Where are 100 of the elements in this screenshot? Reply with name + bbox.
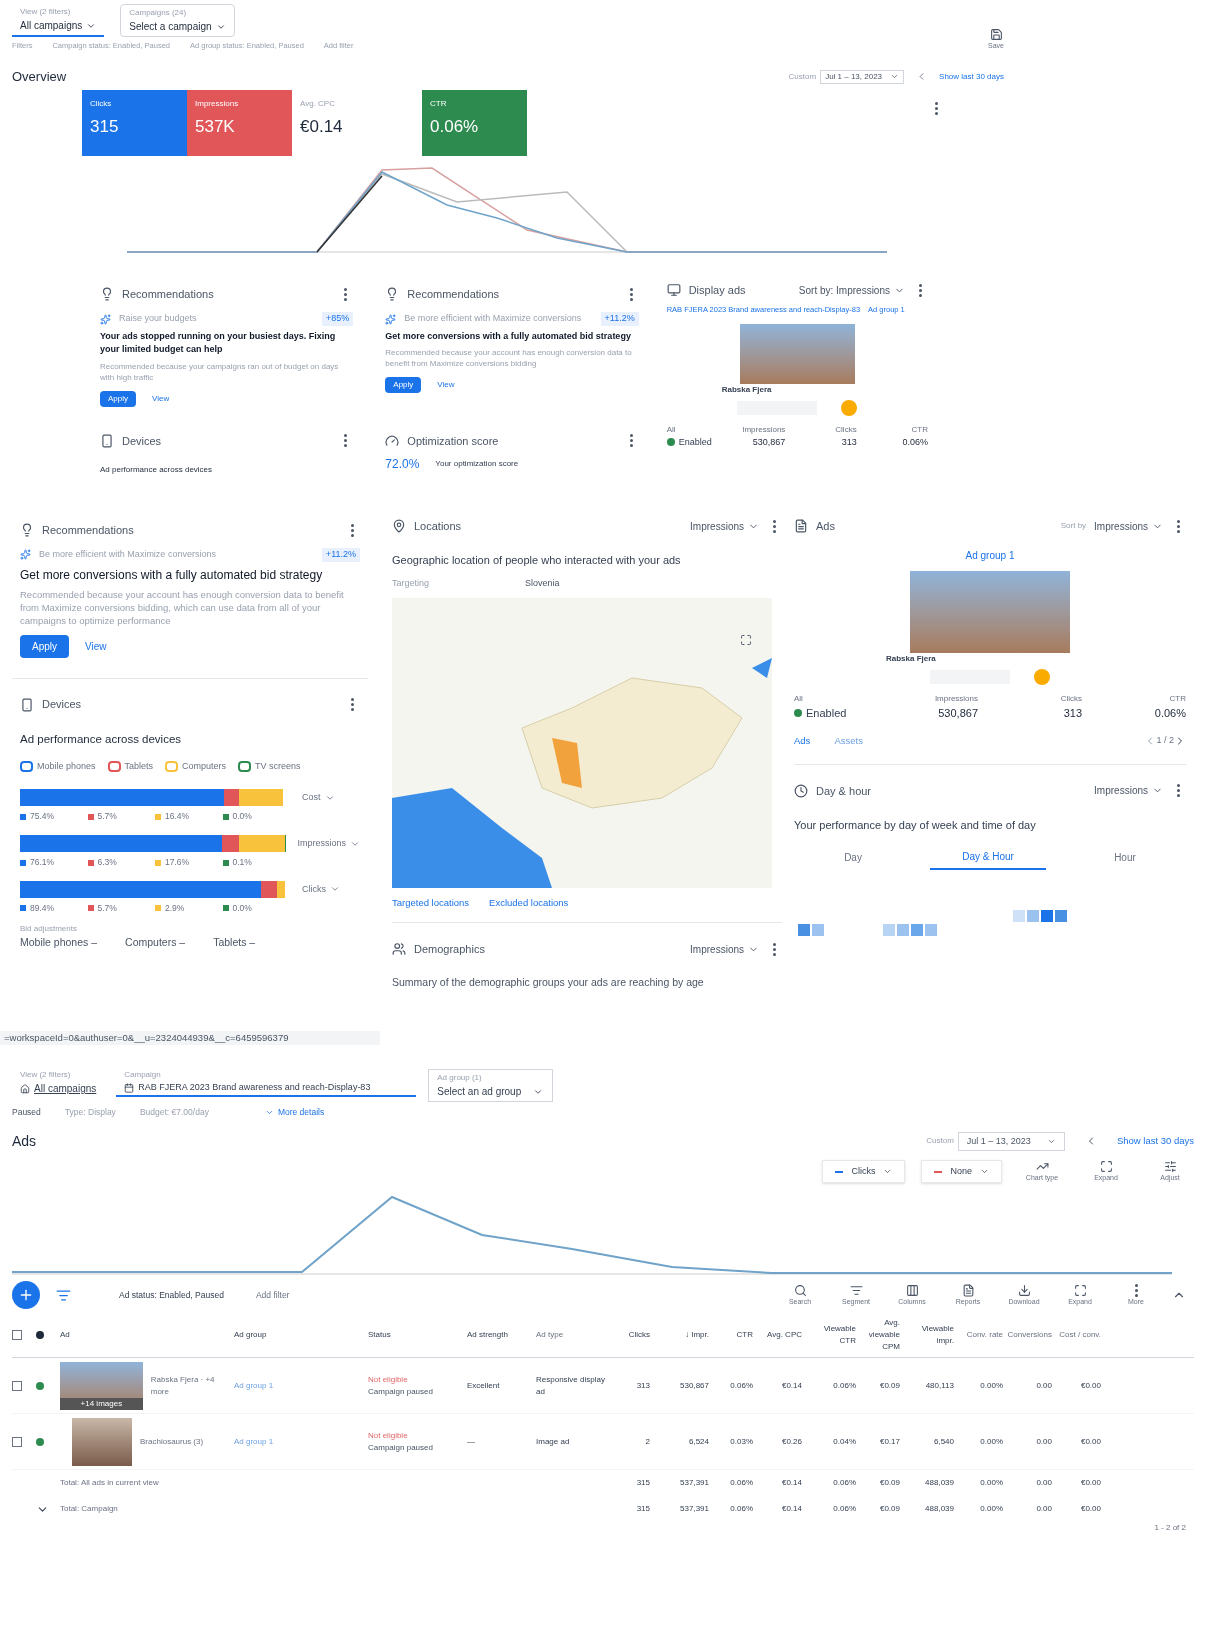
- apply-button[interactable]: Apply: [385, 377, 422, 394]
- date-range-picker[interactable]: Jul 1 – 13, 2023: [820, 69, 905, 84]
- table-cell-text: €0.00: [1079, 1503, 1101, 1516]
- status-text: Not eligible: [368, 1429, 409, 1442]
- filter-button[interactable]: [56, 1287, 71, 1303]
- show-last-link[interactable]: Show last 30 days: [939, 70, 1004, 83]
- calendar-icon: [124, 1082, 135, 1093]
- segment-reading: 89.4%: [30, 901, 55, 915]
- locations-link[interactable]: Targeted locations: [392, 896, 470, 911]
- pager-text: 1 / 2: [1156, 733, 1174, 747]
- campaign-info: Budget: €7.00/day: [139, 1106, 209, 1119]
- segment-reading: 0.1%: [232, 856, 252, 869]
- scope-dropdown[interactable]: Campaigns (24) Select a campaign: [120, 4, 235, 37]
- series-dropdown[interactable]: Clicks: [822, 1159, 906, 1184]
- card-title: Devices: [122, 433, 162, 449]
- segment-icon: [849, 1283, 863, 1297]
- table-cell-text: 488,039: [924, 1477, 954, 1490]
- select-all-checkbox[interactable]: [12, 1330, 22, 1341]
- view-link[interactable]: View: [152, 392, 170, 405]
- table-cell-text: 0.00: [1035, 1435, 1052, 1448]
- view-link[interactable]: View: [437, 379, 455, 392]
- campaign-dropdown[interactable]: Campaign RAB FJERA 2023 Brand awareness and reach-Display-83: [116, 1069, 417, 1097]
- metric-dropdown[interactable]: Sort by: Impressions: [798, 282, 905, 298]
- locations-link[interactable]: Excluded locations: [489, 896, 569, 911]
- status-note: Campaign paused: [368, 1441, 434, 1454]
- table-cell-text: €0.14: [780, 1477, 802, 1490]
- metric-tile[interactable]: Impressions 537K: [187, 90, 292, 157]
- tab[interactable]: Ads: [794, 733, 811, 748]
- table-cell-text: 530,867: [679, 1379, 709, 1392]
- photo-placeholder: [72, 1417, 132, 1466]
- series-dropdown[interactable]: None: [921, 1159, 1002, 1184]
- segment-reading: 0.0%: [232, 810, 252, 824]
- bid-adjustment: Mobile phones –: [20, 934, 98, 950]
- more-icon: [935, 102, 938, 116]
- table-cell-text: 537,391: [679, 1503, 709, 1516]
- table-cell-text: —: [467, 1435, 476, 1448]
- table-cell-text: €0.09: [878, 1379, 900, 1392]
- apply-button[interactable]: Apply: [100, 390, 136, 407]
- table-cell-text: 0.00: [1035, 1379, 1052, 1392]
- legend-swatch: [87, 813, 94, 820]
- segment-reading: 76.1%: [30, 856, 55, 869]
- segment-reading: 6.3%: [97, 856, 117, 869]
- legend-swatch: [222, 813, 229, 820]
- heatmap-cell: [812, 924, 824, 937]
- add-button[interactable]: [12, 1281, 40, 1310]
- table-cell-text: 0.06%: [901, 435, 928, 449]
- ad-group-link[interactable]: Ad group 1: [234, 1435, 364, 1448]
- home-icon: [20, 1083, 30, 1094]
- recommendation-tip: Be more efficient with Maximize conversions: [39, 548, 217, 561]
- card-subtitle: Ad performance across devices: [20, 731, 183, 747]
- metric-dropdown[interactable]: Impressions: [690, 941, 759, 957]
- metric-tile[interactable]: Clicks 315: [82, 90, 187, 157]
- tab[interactable]: Assets: [834, 733, 863, 748]
- column-header: Cost / conv.: [1058, 1329, 1101, 1342]
- view-link[interactable]: View: [85, 638, 107, 654]
- metric-dropdown[interactable]: Impressions: [690, 518, 759, 534]
- heatmap-cell: [798, 924, 810, 937]
- table-cell-text: 0.06%: [1153, 706, 1186, 721]
- column-header: Clicks: [1059, 693, 1082, 705]
- legend-label: TV screens: [255, 759, 301, 773]
- metric-dropdown[interactable]: Cost: [302, 791, 335, 805]
- add-filter-button[interactable]: Add filter: [255, 1288, 290, 1302]
- column-header: Ad strength: [467, 1329, 509, 1342]
- recommendation-tip: Raise your budgets: [119, 312, 198, 326]
- apply-button[interactable]: Apply: [20, 634, 69, 658]
- card-subtitle: Geographic location of people who interacted with your ads: [392, 553, 682, 568]
- card-title: Demographics: [414, 942, 485, 957]
- ad-group-dropdown[interactable]: Ad group (1) Select an ad group: [428, 1069, 554, 1102]
- metric-tile[interactable]: CTR 0.06%: [422, 90, 527, 157]
- fullscreen-button[interactable]: [740, 634, 752, 646]
- column-header: CTR: [910, 423, 928, 436]
- tab[interactable]: Day: [812, 849, 894, 871]
- ad-group-link[interactable]: Ad group 1: [234, 1379, 364, 1392]
- scope-dropdown[interactable]: View (2 filters) All campaigns: [12, 4, 105, 37]
- sort-label: Sort by: [1060, 520, 1087, 532]
- more-details-link[interactable]: More details: [264, 1106, 325, 1119]
- heatmap-cell: [897, 924, 909, 937]
- tab[interactable]: Hour: [1082, 849, 1168, 871]
- metric-dropdown[interactable]: Impressions: [297, 836, 360, 851]
- metric-dropdown[interactable]: Clicks: [302, 882, 340, 897]
- row-checkbox[interactable]: [12, 1380, 22, 1391]
- row-checkbox[interactable]: [12, 1436, 22, 1447]
- column-header: Status: [368, 1329, 392, 1342]
- card-title: Optimization score: [407, 433, 499, 449]
- caret-icon: [980, 1167, 989, 1176]
- more-icon: [629, 434, 633, 448]
- tab[interactable]: Day & Hour: [930, 849, 1046, 871]
- legend-label: Mobile phones: [37, 759, 96, 773]
- metric-dropdown[interactable]: Impressions: [1094, 518, 1163, 534]
- show-last-link[interactable]: Show last 30 days: [1116, 1134, 1194, 1149]
- legend-swatch: [155, 813, 161, 820]
- scope-dropdown[interactable]: View (2 filters) All campaigns: [12, 1069, 105, 1096]
- table-cell-text: €0.09: [878, 1503, 900, 1516]
- card-title: Recommendations: [42, 522, 134, 538]
- date-range-picker[interactable]: Jul 1 – 13, 2023: [957, 1131, 1065, 1151]
- campaign-info: Type: Display: [64, 1106, 116, 1119]
- metric-dropdown[interactable]: Impressions: [1094, 783, 1163, 799]
- more-icon: [351, 698, 354, 712]
- uplift-value: +85%: [322, 312, 354, 326]
- column-header: Ad: [60, 1329, 71, 1342]
